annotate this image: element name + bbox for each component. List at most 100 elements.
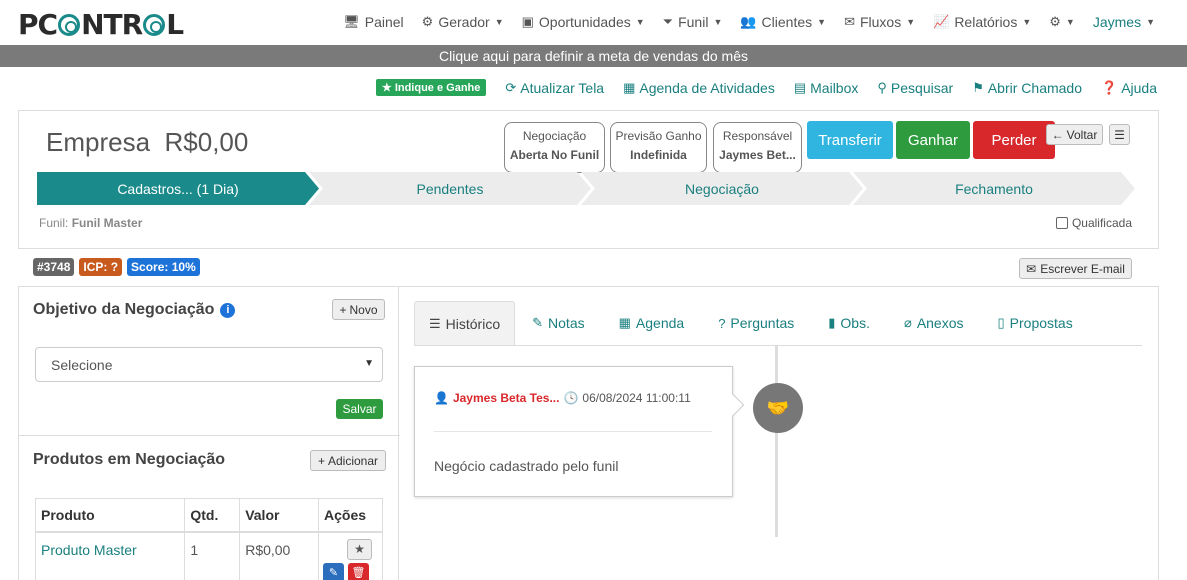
question-circle-icon: ? [718,315,726,331]
calendar-icon: ▦ [618,315,631,330]
filter-icon: ⏷ [662,14,674,29]
plus-icon: + [317,453,325,468]
acoes-cell: ★ ✎ 🗑 [318,531,383,580]
abrir-chamado-link[interactable]: ⚑ Abrir Chamado [972,80,1082,96]
nav-oportunidades[interactable]: ▣ Oportunidades ▼ [522,14,645,30]
tab-notas[interactable]: ✎ Notas [515,301,601,345]
list-icon: ☰ [429,315,441,331]
perder-button[interactable]: Perder [973,121,1055,159]
chevron-down-icon: ▼ [364,358,374,369]
star-icon: ★ [354,542,365,556]
refresh-icon: ⟳ [505,79,517,95]
history-meta: 👤 Jaymes Beta Tes... 🕓 06/08/2024 11:00:… [434,391,691,405]
transferir-button[interactable]: Transferir [807,121,893,159]
deal-header-panel: Empresa R$0,00 Negociação Aberta No Funi… [18,110,1159,249]
col-qtd: Qtd. [184,498,241,533]
paperclip-icon: ⌀ [903,315,912,330]
file-icon: ▯ [997,315,1005,330]
ajuda-link[interactable]: ❓ Ajuda [1101,80,1157,96]
flag-icon: ⚑ [972,79,984,95]
history-text: Negócio cadastrado pelo funil [434,458,619,474]
nav-funil[interactable]: ⏷ Funil ▼ [663,14,723,30]
adicionar-button[interactable]: + Adicionar [310,450,386,471]
salvar-button[interactable]: Salvar [336,399,383,419]
caret-down-icon: ▼ [635,17,645,27]
card-arrow [721,393,745,417]
nav-painel[interactable]: 🖥 Painel [343,14,403,30]
inbox-icon: ▤ [793,79,807,95]
valor-cell: R$0,00 [239,531,320,580]
deal-tabs: ☰ Histórico ✎ Notas ▦ Agenda ? Perguntas ▮ Ob… [414,301,1142,346]
actions-row: ★ Indique e Ganhe ⟳ Atualizar Tela ▦ Agend… [375,79,1157,96]
caret-down-icon: ▼ [906,17,916,27]
ganhar-button[interactable]: Ganhar [896,121,970,159]
qualificada-checkbox[interactable]: Qualificada [1055,216,1132,230]
stage-cadastros[interactable]: Cadastros... (1 Dia) [37,172,319,205]
hamburger-icon: ☰ [1114,127,1125,142]
voltar-button[interactable]: ← Voltar [1046,124,1103,145]
delete-product-button[interactable]: 🗑 [348,562,370,580]
responsavel-box[interactable]: Responsável Jaymes Bet... [713,122,802,173]
right-panel: ☰ Histórico ✎ Notas ▦ Agenda ? Perguntas ▮ Ob… [399,286,1159,580]
pesquisar-link[interactable]: ⚲ Pesquisar [877,80,953,96]
edit-product-button[interactable]: ✎ [323,562,345,580]
stage-pendentes[interactable]: Pendentes [309,172,591,205]
favorite-button[interactable]: ★ [347,538,373,560]
mailbox-link[interactable]: ▤ Mailbox [794,80,859,96]
deal-id-badge: #3748 [33,258,75,276]
divider [434,431,712,432]
tab-propostas[interactable]: ▯ Propostas [981,301,1090,345]
stage-fechamento[interactable]: Fechamento [853,172,1135,205]
nav-relatorios[interactable]: 📈 Relatórios ▼ [933,14,1031,30]
history-card: 👤 Jaymes Beta Tes... 🕓 06/08/2024 11:00:… [414,366,745,497]
caret-down-icon: ▼ [817,17,827,27]
deal-badges: #3748 ICP: ? Score: 10% [33,258,200,276]
info-icon[interactable]: i [220,302,236,318]
objetivo-select[interactable]: Selecione ▼ [35,347,383,382]
col-produto: Produto [34,498,186,533]
caret-down-icon: ▼ [713,17,723,27]
nav-fluxos[interactable]: ✉ Fluxos ▼ [844,14,915,30]
timeline-line [775,346,778,537]
pcontrol-logo[interactable]: PC NTR L [18,8,184,41]
nav-settings[interactable]: ⚙ ▼ [1049,14,1075,30]
envelope-icon: ✉ [1026,261,1037,276]
agenda-atividades-link[interactable]: ▦ Agenda de Atividades [623,80,775,96]
tab-obs[interactable]: ▮ Obs. [811,301,887,345]
book-icon: ▮ [828,315,836,330]
table-row: Produto Master 1 R$0,00 ★ ✎ 🗑 [34,531,383,580]
envelope-icon: ✉ [844,14,855,29]
tab-historico[interactable]: ☰ Histórico [414,301,516,345]
menu-button[interactable]: ☰ [1109,124,1130,145]
previsao-ganho-box[interactable]: Previsão Ganho Indefinida [610,122,707,173]
sales-goal-bar[interactable]: Clique aqui para definir a meta de venda… [0,45,1187,67]
nav-gerador[interactable]: ⚙ Gerador ▼ [422,14,504,30]
escrever-email-button[interactable]: ✉ Escrever E-mail [1019,258,1132,279]
produtos-table: Produto Qtd. Valor Ações Produto Master … [34,498,383,580]
top-navbar: PC NTR L 🖥 Painel ⚙ Gerador ▼ ▣ Oportunidades ▼… [0,0,1187,44]
gear-icon: ⚙ [1049,14,1061,29]
caret-down-icon: ▼ [494,17,504,27]
nav-clientes[interactable]: 👥 Clientes ▼ [740,14,826,30]
edit-icon: ✎ [532,315,544,330]
novo-button[interactable]: + Novo [332,299,385,320]
indique-ganhe-badge[interactable]: ★ Indique e Ganhe [375,79,487,96]
col-acoes: Ações [318,498,383,533]
produto-link[interactable]: Produto Master [41,542,137,558]
tab-perguntas[interactable]: ? Perguntas [701,301,811,345]
clock-icon: 🕓 [563,391,579,405]
arrow-left-icon: ← [1051,127,1064,142]
funil-label: Funil: Funil Master [39,216,143,230]
page-title: Empresa R$0,00 [46,127,249,157]
stage-negociacao[interactable]: Negociação [581,172,863,205]
edit-icon: ✎ [328,567,339,579]
checkbox-box[interactable] [1055,217,1068,229]
atualizar-tela-link[interactable]: ⟳ Atualizar Tela [505,80,604,96]
left-panel: Objetivo da Negociação i + Novo Selecione ▼… [18,286,400,580]
logo-ring-icon [143,14,166,36]
handshake-icon: 🤝 [753,383,803,433]
tab-anexos[interactable]: ⌀ Anexos [887,301,981,345]
tab-agenda[interactable]: ▦ Agenda [602,301,702,345]
nav-user-menu[interactable]: Jaymes ▼ [1093,14,1155,30]
qtd-cell: 1 [184,531,241,580]
